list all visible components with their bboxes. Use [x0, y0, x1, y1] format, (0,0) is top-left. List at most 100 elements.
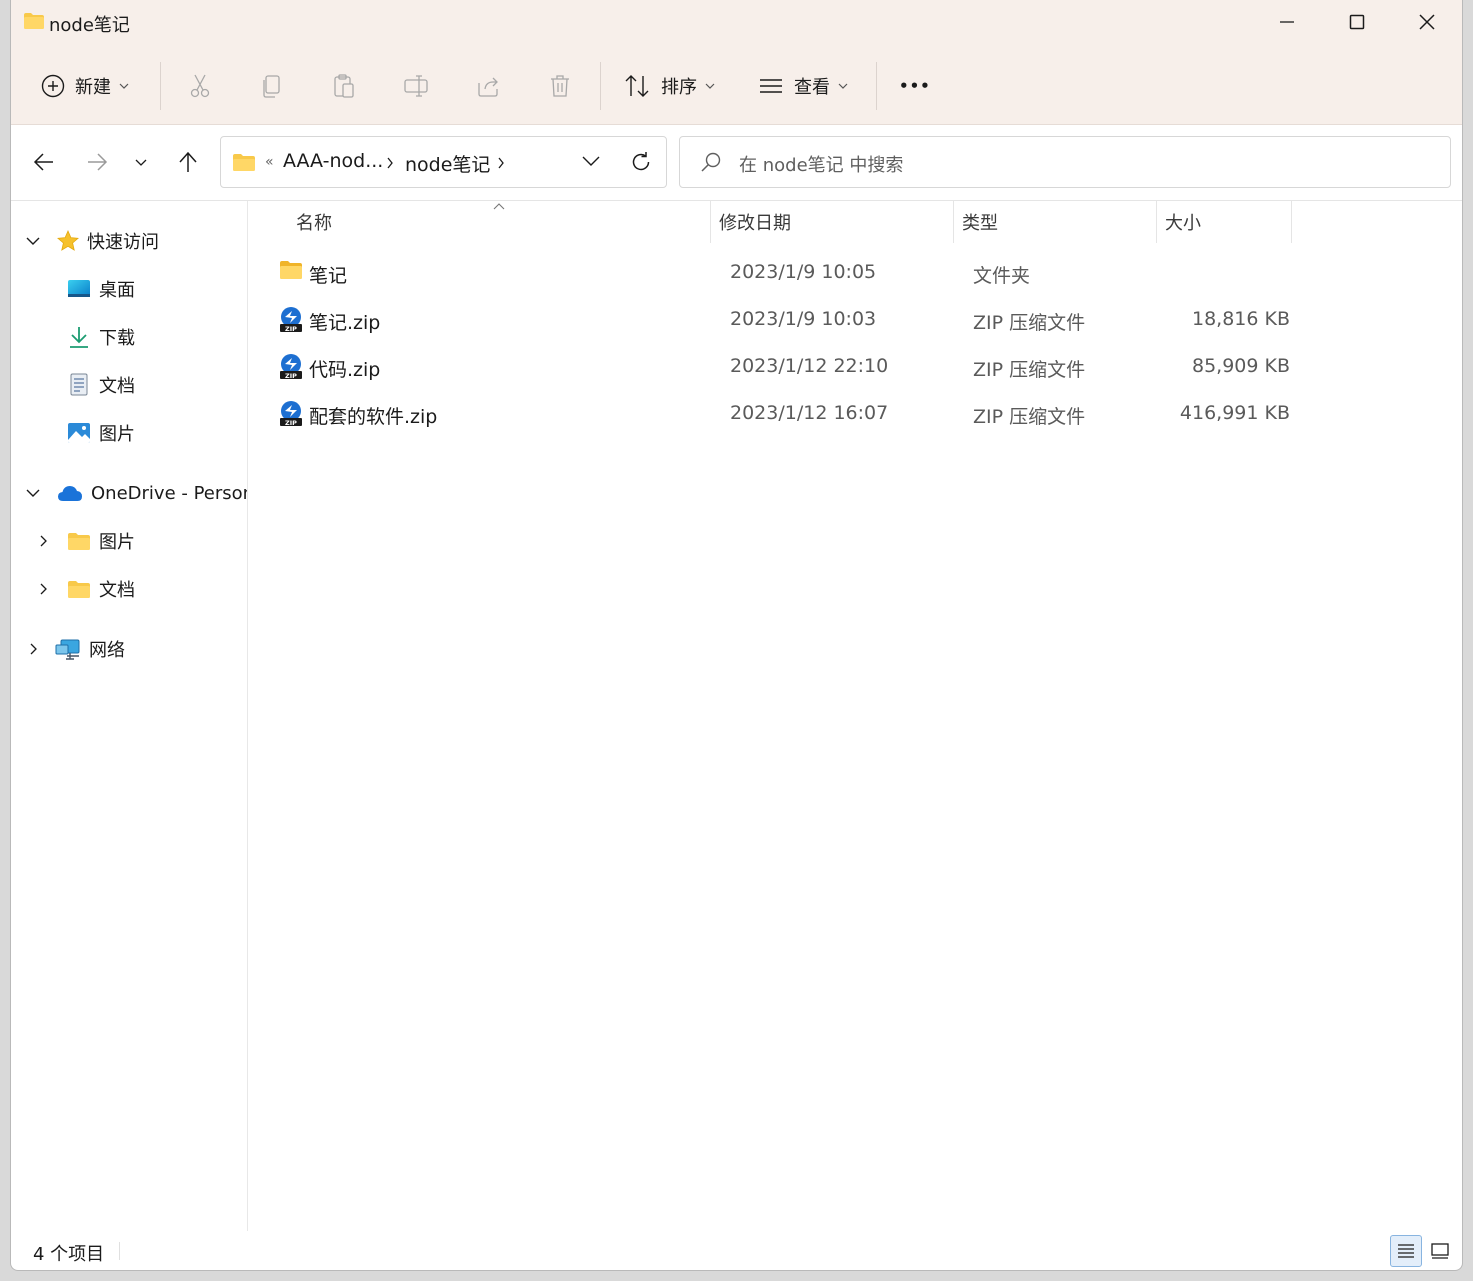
file-size: 416,991 KB — [1179, 402, 1290, 424]
trash-icon — [551, 75, 569, 97]
svg-text:ZIP: ZIP — [285, 325, 297, 333]
sidebar-item-desktop[interactable]: 桌面 — [67, 269, 247, 309]
rename-icon — [404, 75, 428, 97]
file-date: 2023/1/9 10:05 — [730, 261, 877, 283]
sidebar-item-label: OneDrive - Persona — [91, 482, 248, 504]
sidebar-item-documents[interactable]: 文档 — [67, 365, 247, 405]
file-type: ZIP 压缩文件 — [973, 359, 1086, 381]
cloud-icon — [58, 486, 82, 501]
copy-button[interactable] — [259, 58, 285, 114]
download-icon — [70, 327, 88, 348]
close-icon — [1419, 14, 1435, 30]
plus-circle-icon — [41, 74, 65, 98]
title-bar[interactable]: node笔记 — [11, 0, 1462, 44]
sidebar-item-onedrive-documents[interactable]: 文档 — [39, 569, 135, 609]
toolbar-divider — [876, 62, 877, 110]
breadcrumb-item[interactable]: node笔记 — [405, 150, 490, 177]
sidebar-item-pictures[interactable]: 图片 — [67, 413, 247, 453]
breadcrumb-overflow[interactable]: « — [265, 154, 274, 170]
forward-button[interactable] — [77, 140, 117, 184]
column-header-size[interactable]: 大小 — [1157, 201, 1291, 243]
file-name: 笔记 — [309, 265, 348, 287]
delete-button[interactable] — [547, 58, 573, 114]
maximize-button[interactable] — [1322, 0, 1392, 44]
sidebar-item-quick-access[interactable]: 快速访问 — [25, 221, 159, 261]
file-name: 配套的软件.zip — [309, 406, 438, 428]
file-row[interactable]: ZIP 配套的软件.zip 2023/1/12 16:07 ZIP 压缩文件 4… — [269, 392, 1309, 436]
close-button[interactable] — [1392, 0, 1462, 44]
folder-icon — [68, 532, 90, 550]
more-icon: ••• — [899, 77, 931, 95]
file-explorer-window: node笔记 新建 排序 查看 ••• « AAA-nod... node笔记 … — [10, 0, 1463, 1271]
file-type: ZIP 压缩文件 — [973, 312, 1086, 334]
desktop-icon — [68, 280, 90, 297]
search-placeholder: 在 node笔记 中搜索 — [739, 155, 904, 176]
tiles-view-button[interactable] — [1424, 1235, 1456, 1267]
svg-text:ZIP: ZIP — [285, 372, 297, 380]
details-view-button[interactable] — [1390, 1235, 1422, 1267]
zip-icon: ZIP — [280, 307, 302, 333]
zip-icon: ZIP — [280, 401, 302, 427]
file-name: 代码.zip — [309, 359, 381, 381]
sidebar-item-label: 下载 — [99, 328, 135, 349]
file-size: 18,816 KB — [1191, 308, 1290, 330]
chevron-right-icon — [40, 535, 47, 547]
folder-icon — [233, 154, 255, 171]
file-type: ZIP 压缩文件 — [973, 406, 1086, 428]
chevron-down-icon — [119, 83, 129, 89]
paste-icon — [334, 74, 354, 98]
back-button[interactable] — [24, 140, 64, 184]
chevron-right-icon — [40, 583, 47, 595]
paste-button[interactable] — [331, 58, 357, 114]
arrow-right-icon — [88, 153, 108, 171]
rename-button[interactable] — [403, 58, 429, 114]
file-size: 85,909 KB — [1191, 355, 1290, 377]
sidebar-item-onedrive-pictures[interactable]: 图片 — [39, 521, 135, 561]
file-date: 2023/1/12 22:10 — [730, 355, 889, 377]
file-row[interactable]: ZIP 笔记.zip 2023/1/9 10:03 ZIP 压缩文件 18,81… — [269, 298, 1309, 342]
sidebar-item-onedrive[interactable]: OneDrive - Persona — [25, 473, 248, 513]
document-icon — [70, 373, 88, 396]
column-header-type[interactable]: 类型 — [954, 201, 1156, 243]
up-button[interactable] — [168, 140, 208, 184]
file-type: 文件夹 — [973, 265, 1031, 287]
search-box[interactable]: 在 node笔记 中搜索 — [679, 136, 1451, 188]
tiles-view-icon — [1431, 1243, 1449, 1259]
recent-locations-button[interactable] — [123, 140, 159, 184]
file-name: 笔记.zip — [309, 312, 381, 334]
sort-icon — [625, 75, 649, 97]
breadcrumb-item[interactable]: AAA-nod... — [283, 150, 383, 172]
file-row[interactable]: 笔记 2023/1/9 10:05 文件夹 — [269, 251, 1309, 295]
share-button[interactable] — [475, 58, 501, 114]
minimize-button[interactable] — [1252, 0, 1322, 44]
chevron-down-icon — [838, 83, 848, 89]
address-history-chevron-icon[interactable] — [582, 155, 600, 167]
details-view-icon — [1398, 1244, 1414, 1258]
chevron-down-icon — [26, 489, 40, 497]
more-options-button[interactable]: ••• — [899, 58, 931, 114]
status-divider — [119, 1242, 120, 1260]
view-button[interactable]: 查看 — [758, 58, 848, 114]
refresh-button[interactable] — [621, 140, 661, 184]
cut-button[interactable] — [187, 58, 213, 114]
file-list: 名称 修改日期 类型 大小 笔记 2023/1/9 10:05 文件夹 ZIP … — [249, 201, 1462, 1231]
toolbar-divider — [600, 62, 601, 110]
sidebar-item-downloads[interactable]: 下载 — [67, 317, 247, 357]
file-date: 2023/1/12 16:07 — [730, 402, 889, 424]
copy-icon — [263, 75, 280, 98]
address-bar[interactable]: « AAA-nod... node笔记 — [220, 136, 667, 188]
star-icon — [57, 230, 79, 251]
column-divider[interactable] — [1291, 201, 1292, 243]
sidebar-item-network[interactable]: 网络 — [29, 629, 125, 669]
item-count: 4 个项目 — [33, 1244, 105, 1265]
window-chrome: node笔记 新建 排序 查看 ••• — [11, 0, 1462, 125]
sort-button[interactable]: 排序 — [623, 58, 715, 114]
column-header-name[interactable]: 名称 — [269, 201, 710, 243]
chevron-down-icon — [135, 159, 147, 166]
column-header-date[interactable]: 修改日期 — [711, 201, 953, 243]
file-date: 2023/1/9 10:03 — [730, 308, 877, 330]
list-view-icon — [760, 79, 782, 93]
file-row[interactable]: ZIP 代码.zip 2023/1/12 22:10 ZIP 压缩文件 85,9… — [269, 345, 1309, 389]
new-button[interactable]: 新建 — [41, 58, 129, 114]
pictures-icon — [68, 423, 90, 443]
